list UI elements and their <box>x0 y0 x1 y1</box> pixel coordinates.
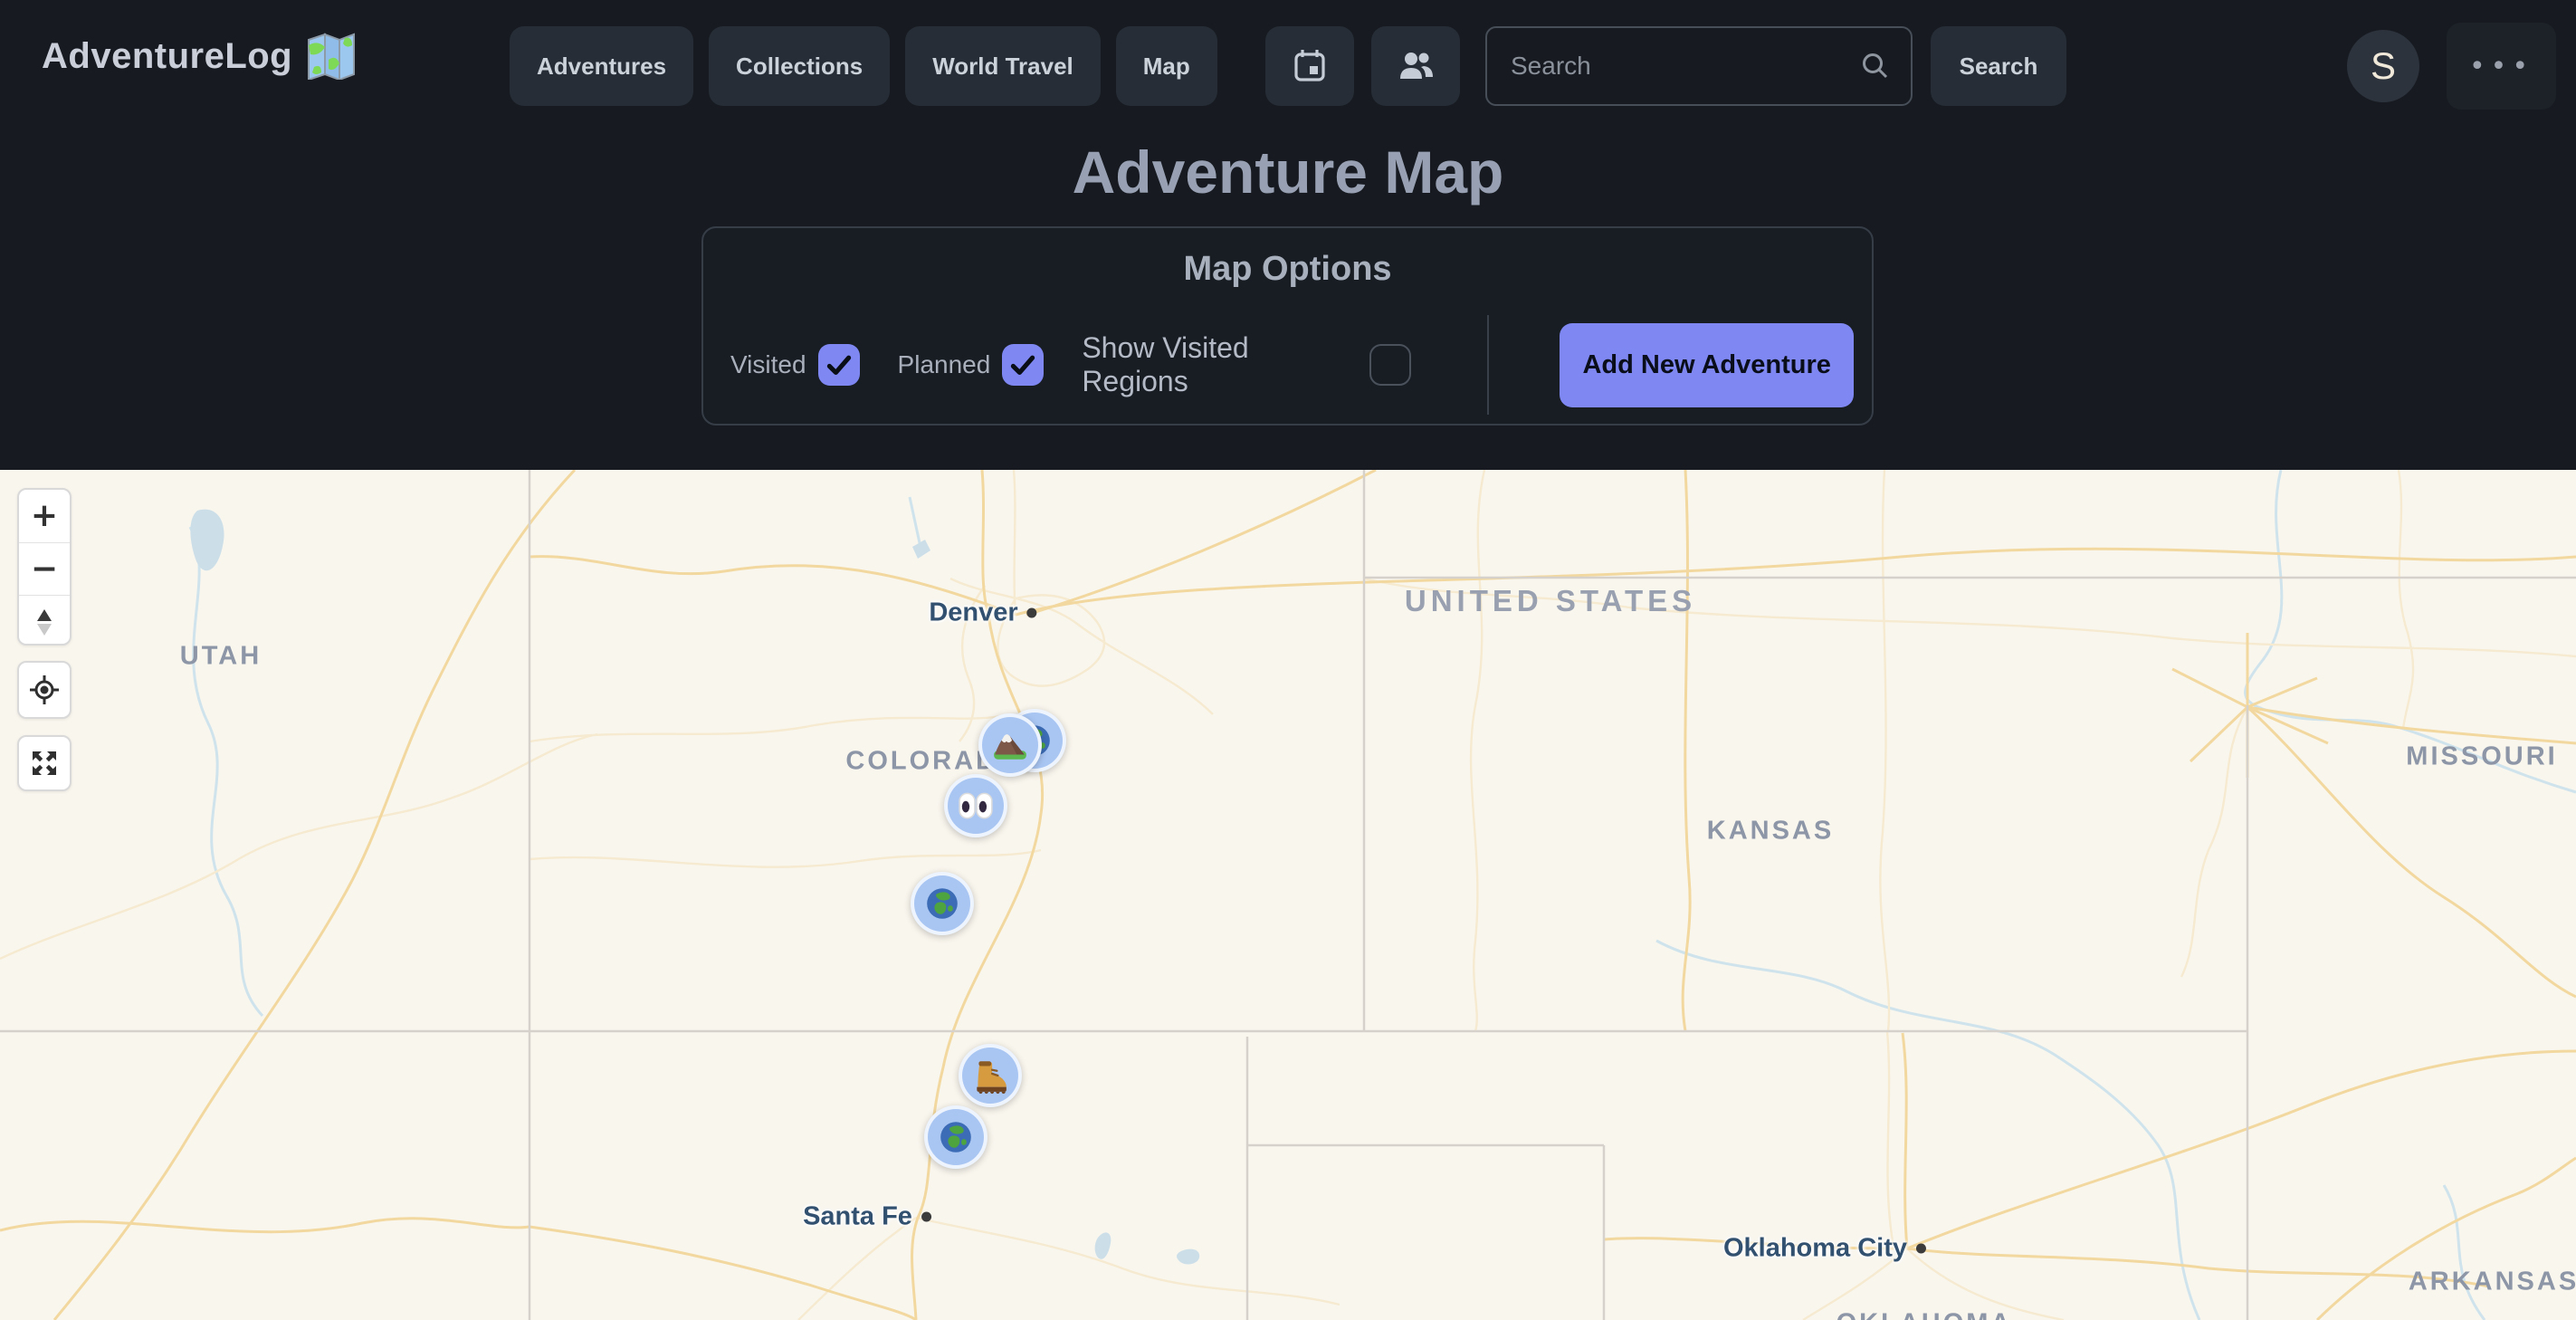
compass-icon <box>28 604 61 640</box>
checkbox-unchecked[interactable] <box>1369 344 1411 386</box>
city-dot <box>1916 1244 1926 1254</box>
checkbox-show-visited-regions[interactable]: Show Visited Regions <box>1082 331 1411 398</box>
state-label-kansas: KANSAS <box>1707 817 1834 847</box>
adventure-marker-globe[interactable] <box>911 872 974 935</box>
map-options-title: Map Options <box>703 250 1872 289</box>
map-options-row: Visited Planned Show Visited Regions Add N… <box>730 315 1854 415</box>
compass-button[interactable] <box>19 595 70 647</box>
navbar: AdventureLog AdventuresCollectionsWorld … <box>0 0 2576 470</box>
page-title: Adventure Map <box>0 138 2576 206</box>
nav-icon-group <box>1265 26 1460 106</box>
nav-collections[interactable]: Collections <box>709 26 890 106</box>
fullscreen-icon <box>26 745 62 781</box>
country-label-united-states: UNITED STATES <box>1405 584 1696 618</box>
city-name: Santa Fe <box>803 1202 912 1232</box>
city-label-oklahoma-city: Oklahoma City <box>1723 1234 1926 1264</box>
zoom-out-button[interactable]: − <box>19 542 70 595</box>
checkbox-label: Show Visited Regions <box>1082 331 1358 398</box>
check-icon <box>824 349 854 380</box>
locate-button[interactable] <box>19 663 70 717</box>
adventure-marker-eyes[interactable] <box>944 774 1007 837</box>
map-zoom-control: + − <box>17 488 72 646</box>
ellipsis-icon: ••• <box>2469 51 2533 82</box>
adventure-marker-boot[interactable] <box>959 1044 1022 1107</box>
nav-map[interactable]: Map <box>1116 26 1217 106</box>
more-menu-button[interactable]: ••• <box>2447 23 2556 110</box>
adventure-marker-mountain[interactable] <box>978 713 1042 777</box>
checkbox-checked[interactable] <box>818 344 860 386</box>
search-input[interactable] <box>1487 52 1860 81</box>
add-new-adventure-button[interactable]: Add New Adventure <box>1560 323 1854 407</box>
check-icon <box>1007 349 1038 380</box>
city-dot <box>1027 608 1037 618</box>
state-label-oklahoma: OKLAHOMA <box>1837 1309 2013 1320</box>
search-box <box>1485 26 1913 106</box>
primary-nav: AdventuresCollectionsWorld TravelMap <box>510 26 1217 106</box>
users-button[interactable] <box>1371 26 1460 106</box>
locate-icon <box>26 672 62 708</box>
state-label-utah: UTAH <box>180 642 262 672</box>
map-fullscreen-control <box>17 735 72 791</box>
adventure-map[interactable]: UNITED STATESUTAHCOLORADOKANSASMISSOURIA… <box>0 470 2576 1320</box>
city-label-santa-fe: Santa Fe <box>803 1202 931 1232</box>
globe-emoji <box>937 1118 975 1156</box>
checkbox-visited[interactable]: Visited <box>730 344 860 386</box>
eyes-emoji <box>957 787 995 825</box>
options-divider <box>1487 315 1489 415</box>
plus-icon: + <box>31 500 58 532</box>
hiking-boot-emoji <box>971 1057 1009 1095</box>
search-button[interactable]: Search <box>1931 26 2066 106</box>
adventure-marker-globe[interactable] <box>924 1105 987 1169</box>
fullscreen-button[interactable] <box>19 737 70 789</box>
users-icon <box>1395 46 1436 86</box>
avatar[interactable]: S <box>2347 30 2419 102</box>
city-label-denver: Denver <box>929 598 1036 628</box>
minus-icon: − <box>31 553 58 586</box>
state-label-missouri: MISSOURI <box>2406 742 2557 772</box>
map-basemap <box>0 470 2576 1320</box>
city-name: Oklahoma City <box>1723 1234 1907 1264</box>
city-dot <box>921 1212 931 1222</box>
checkbox-label: Planned <box>898 350 991 379</box>
nav-adventures[interactable]: Adventures <box>510 26 693 106</box>
app-title: AdventureLog <box>42 36 292 77</box>
map-locate-control <box>17 661 72 719</box>
checkbox-planned[interactable]: Planned <box>898 344 1045 386</box>
checkbox-label: Visited <box>730 350 806 379</box>
app-logo[interactable]: AdventureLog <box>42 33 358 80</box>
checkbox-group: Visited Planned Show Visited Regions <box>730 331 1411 398</box>
globe-emoji <box>923 885 961 923</box>
adventurelog-app: AdventureLog AdventuresCollectionsWorld … <box>0 0 2576 1320</box>
folded-map-emoji-icon <box>305 33 358 80</box>
search-icon <box>1860 51 1891 81</box>
checkbox-checked[interactable] <box>1002 344 1044 386</box>
mountain-emoji <box>991 726 1029 764</box>
calendar-icon <box>1290 46 1330 86</box>
zoom-in-button[interactable]: + <box>19 490 70 542</box>
calendar-button[interactable] <box>1265 26 1354 106</box>
city-name: Denver <box>929 598 1017 628</box>
state-label-arkansas: ARKANSAS <box>2409 1267 2576 1297</box>
nav-world-travel[interactable]: World Travel <box>905 26 1101 106</box>
map-options-panel: Map Options Visited Planned Show Visited R… <box>701 226 1874 426</box>
